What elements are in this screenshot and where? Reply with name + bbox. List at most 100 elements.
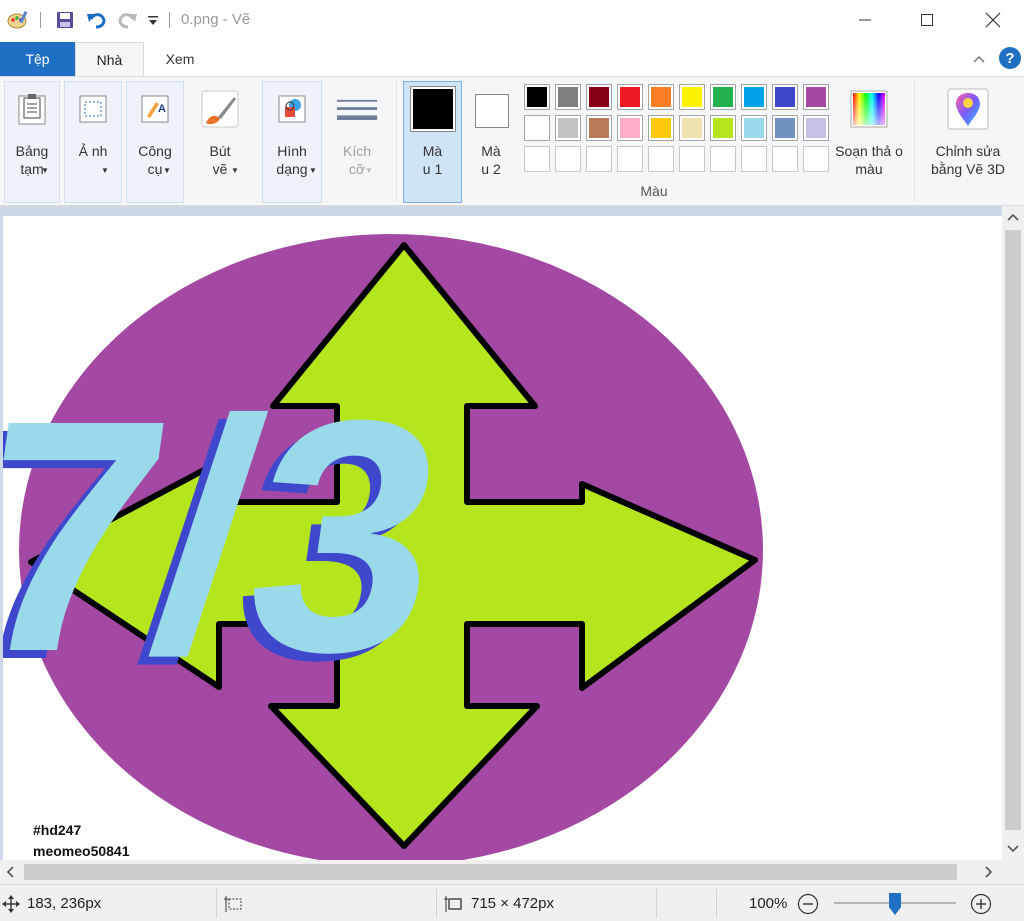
swatch-fill	[558, 118, 578, 138]
palette-swatch[interactable]	[710, 84, 736, 110]
palette-swatch[interactable]	[555, 84, 581, 110]
palette-swatch[interactable]	[648, 84, 674, 110]
zoom-slider[interactable]	[834, 885, 956, 921]
swatch-fill	[589, 118, 609, 138]
custom-color-slot[interactable]	[586, 146, 612, 172]
custom-color-slot[interactable]	[772, 146, 798, 172]
image-button[interactable]: Ả nh ▼	[64, 81, 122, 203]
zoom-in-button[interactable]	[970, 885, 992, 921]
palette-swatch[interactable]	[772, 115, 798, 141]
custom-color-slot[interactable]	[617, 146, 643, 172]
palette-swatch[interactable]	[648, 115, 674, 141]
palette-swatch[interactable]	[679, 84, 705, 110]
palette-swatch[interactable]	[772, 84, 798, 110]
help-button[interactable]: ?	[998, 46, 1022, 70]
ribbon-tabs: Tệp Nhà Xem ?	[0, 42, 1024, 77]
scroll-corner	[1002, 860, 1024, 884]
qa-divider	[40, 12, 41, 28]
swatch-fill	[527, 87, 547, 107]
minimize-button[interactable]	[834, 0, 896, 40]
collapse-ribbon-button[interactable]	[968, 48, 990, 70]
scroll-up-icon[interactable]	[1007, 212, 1019, 225]
palette-swatch[interactable]	[586, 115, 612, 141]
palette-swatch[interactable]	[803, 84, 829, 110]
vertical-scrollbar[interactable]	[1002, 206, 1024, 860]
customize-qa-icon[interactable]	[144, 8, 162, 32]
zoom-out-icon	[797, 893, 819, 914]
scroll-right-icon[interactable]	[984, 866, 994, 881]
custom-color-slot[interactable]	[648, 146, 674, 172]
zoom-out-button[interactable]	[797, 885, 819, 921]
title-bar: 0.png - Vẽ	[0, 0, 1024, 40]
palette-swatch[interactable]	[617, 115, 643, 141]
swatch-fill	[775, 118, 795, 138]
color2-button[interactable]: Mà u 2	[463, 81, 519, 203]
color1-label: Mà u 1	[422, 143, 443, 177]
custom-color-slot[interactable]	[555, 146, 581, 172]
dropdown-arrow-icon: ▼	[309, 166, 317, 175]
palette-swatch[interactable]	[524, 84, 550, 110]
swatch-fill	[713, 87, 733, 107]
scroll-down-icon[interactable]	[1007, 842, 1019, 857]
ribbon-home: Bảng tạm ▼ Ả nh ▼ A Công cụ ▼ Bút vẽ ▼ H…	[0, 76, 1024, 206]
svg-text:?: ?	[1005, 50, 1014, 67]
size-label: Kích cỡ	[342, 143, 371, 177]
scroll-left-icon[interactable]	[5, 866, 15, 881]
shapes-button[interactable]: Hình dạng ▼	[262, 81, 322, 203]
tab-view[interactable]: Xem	[148, 42, 212, 76]
swatch-fill	[682, 118, 702, 138]
palette-swatch[interactable]	[524, 115, 550, 141]
tools-icon: A	[134, 88, 176, 130]
palette-swatch[interactable]	[741, 115, 767, 141]
cursor-position-icon	[2, 885, 20, 921]
custom-color-slot[interactable]	[710, 146, 736, 172]
dropdown-arrow-icon: ▼	[41, 166, 49, 175]
edit-colors-button[interactable]: Soạn thả o màu	[834, 81, 904, 203]
custom-color-slot[interactable]	[803, 146, 829, 172]
palette-swatch[interactable]	[555, 115, 581, 141]
image-size: 715 × 472px	[471, 895, 554, 912]
tab-file[interactable]: Tệp	[0, 42, 75, 76]
paint3d-button[interactable]: Chỉnh sửa bằng Vẽ 3D	[920, 81, 1016, 203]
status-divider	[656, 889, 657, 918]
vertical-scroll-thumb[interactable]	[1005, 230, 1021, 830]
status-divider	[716, 889, 717, 918]
close-button[interactable]	[962, 0, 1024, 40]
palette-swatch[interactable]	[679, 115, 705, 141]
zoom-slider-thumb[interactable]	[889, 893, 901, 915]
undo-icon[interactable]	[84, 8, 110, 32]
size-button[interactable]: Kích cỡ ▼	[328, 81, 386, 203]
custom-color-slot[interactable]	[741, 146, 767, 172]
redo-icon[interactable]	[114, 8, 140, 32]
palette-swatch[interactable]	[803, 115, 829, 141]
palette-swatch[interactable]	[586, 84, 612, 110]
save-icon[interactable]	[52, 8, 78, 32]
custom-color-slot[interactable]	[679, 146, 705, 172]
chevron-up-icon	[973, 55, 985, 63]
horizontal-scrollbar[interactable]	[0, 860, 1002, 884]
clipboard-button[interactable]: Bảng tạm ▼	[4, 81, 60, 203]
horizontal-scroll-thumb[interactable]	[24, 864, 957, 880]
swatch-fill	[682, 87, 702, 107]
palette-swatch[interactable]	[741, 84, 767, 110]
watermark-line1: #hd247	[33, 822, 82, 838]
swatch-fill	[620, 118, 640, 138]
maximize-button[interactable]	[896, 0, 958, 40]
palette-swatch[interactable]	[710, 115, 736, 141]
image-label: Ả nh	[78, 143, 108, 159]
paint3d-icon	[947, 88, 989, 130]
palette-swatch[interactable]	[617, 84, 643, 110]
tools-label: Công cụ	[138, 143, 172, 177]
ribbon-divider	[396, 81, 397, 201]
tab-home[interactable]: Nhà	[75, 42, 144, 77]
dropdown-arrow-icon: ▼	[365, 166, 373, 175]
brushes-label: Bút vẽ	[209, 143, 231, 177]
swatch-fill	[589, 87, 609, 107]
drawing-canvas[interactable]: 7/3 7/3 #hd247 meomeo50841	[3, 216, 1002, 860]
brushes-button[interactable]: Bút vẽ ▼	[188, 81, 252, 203]
color1-button[interactable]: Mà u 1	[403, 81, 462, 203]
watermark: #hd247 meomeo50841	[33, 820, 130, 860]
tools-button[interactable]: A Công cụ ▼	[126, 81, 184, 203]
paint-app-icon[interactable]	[4, 8, 32, 32]
custom-color-slot[interactable]	[524, 146, 550, 172]
